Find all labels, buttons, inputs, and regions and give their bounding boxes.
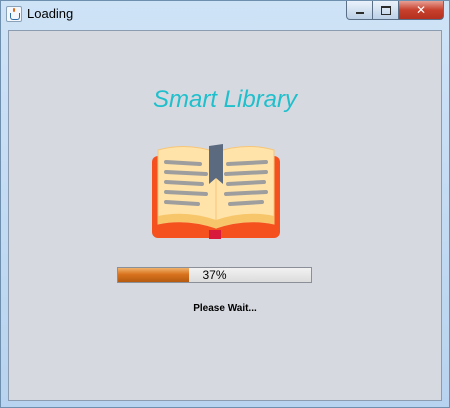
maximize-button[interactable]: [373, 1, 399, 20]
splash-panel: Smart Library 37% Please Wait...: [8, 30, 442, 401]
close-button[interactable]: ✕: [399, 1, 444, 20]
minimize-button[interactable]: [346, 1, 373, 20]
status-text: Please Wait...: [193, 303, 257, 314]
maximize-icon: [380, 5, 391, 15]
title-bar[interactable]: Loading ✕: [1, 1, 449, 29]
loading-progress-bar: 37%: [117, 267, 312, 283]
close-icon: ✕: [415, 3, 427, 17]
window-title: Loading: [27, 6, 74, 21]
loading-window: Loading ✕ Smart Library 37% Please Wait.…: [0, 0, 450, 408]
minimize-icon: [355, 11, 364, 14]
open-book-icon: [152, 144, 280, 239]
progress-label: 37%: [202, 268, 227, 282]
java-cup-icon: [6, 6, 22, 22]
app-title: Smart Library: [152, 86, 298, 113]
window-controls: ✕: [346, 1, 444, 20]
